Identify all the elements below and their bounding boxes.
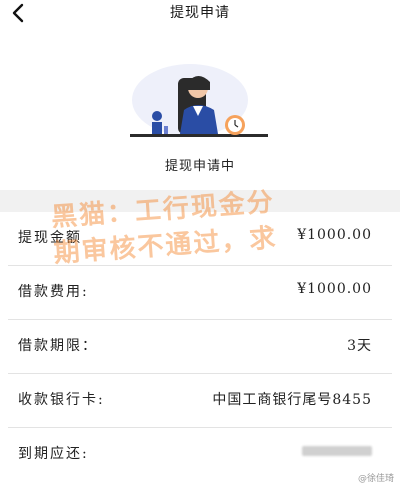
detail-value: 中国工商银行尾号8455 xyxy=(212,392,372,408)
detail-row-due: 到期应还: xyxy=(0,428,400,482)
detail-label: 提现金额 xyxy=(18,230,82,246)
detail-value: ¥1000.00 xyxy=(297,281,372,297)
detail-row-term: 借款期限： 3天 xyxy=(0,320,400,374)
detail-label: 借款费用: xyxy=(18,284,89,300)
page-title: 提现申请 xyxy=(170,5,230,21)
pending-illustration xyxy=(130,64,268,137)
navigation-bar: 提现申请 xyxy=(0,0,400,30)
detail-card: 提现金额 ¥1000.00 借款费用: ¥1000.00 借款期限： 3天 收款… xyxy=(0,212,400,490)
detail-row-fee: 借款费用: ¥1000.00 xyxy=(0,266,400,320)
detail-label: 借款期限： xyxy=(18,338,98,354)
detail-value: 3天 xyxy=(347,338,372,354)
credit-watermark: @徐佳琦 xyxy=(357,474,394,484)
section-divider xyxy=(0,190,400,212)
detail-label: 收款银行卡: xyxy=(18,392,105,408)
detail-value xyxy=(302,443,372,459)
detail-row-amount: 提现金额 ¥1000.00 xyxy=(0,212,400,266)
detail-value: ¥1000.00 xyxy=(297,227,372,243)
status-text: 提现申请中 xyxy=(164,159,235,174)
redacted-value xyxy=(302,446,372,456)
detail-row-bank-card: 收款银行卡: 中国工商银行尾号8455 xyxy=(0,374,400,428)
detail-label: 到期应还: xyxy=(18,446,89,462)
